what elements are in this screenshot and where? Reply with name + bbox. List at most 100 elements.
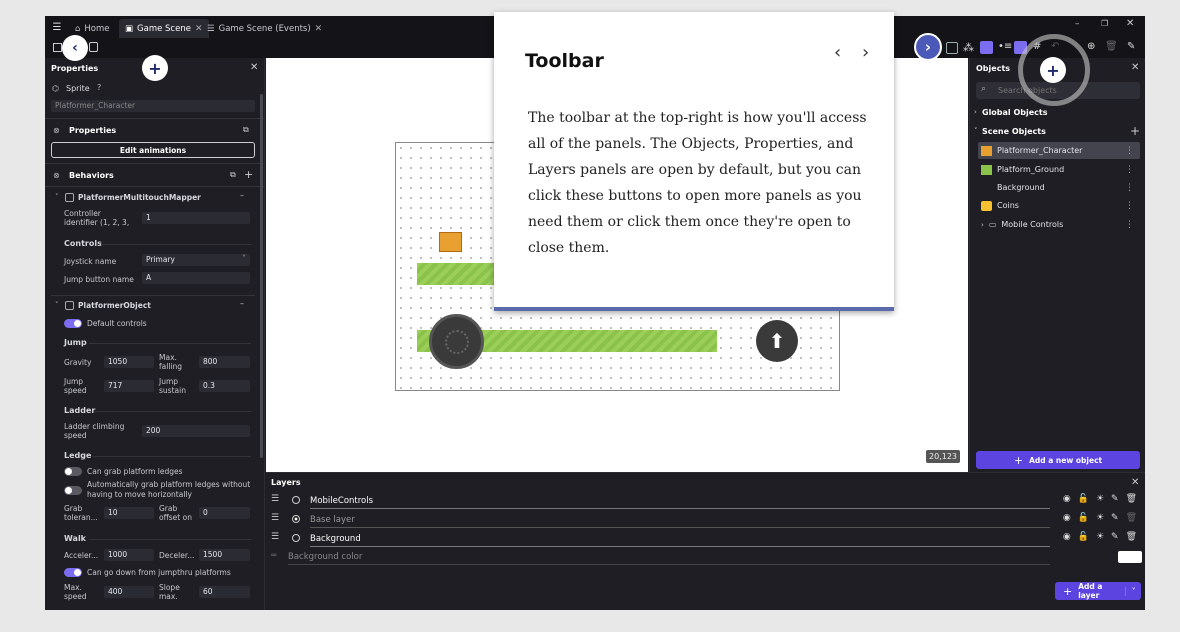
effects-icon[interactable]: ☀ bbox=[1096, 513, 1104, 523]
radio-button[interactable] bbox=[292, 496, 300, 504]
collapse-icon[interactable]: – bbox=[240, 299, 244, 308]
trash-icon[interactable]: 🗑 bbox=[1126, 494, 1137, 504]
instances-icon[interactable]: •≡ bbox=[998, 41, 1012, 52]
trash-icon[interactable]: 🗑 bbox=[1126, 532, 1137, 542]
tab-game-scene[interactable]: ▣ Game Scene ✕ bbox=[119, 19, 209, 38]
deceleration-field[interactable]: 1500 bbox=[199, 549, 250, 561]
layer-row[interactable]: ☰ Background ◉ 🔓 ☀ ✎ 🗑 bbox=[266, 529, 1145, 548]
object-groups-icon[interactable]: ⁂ bbox=[963, 41, 974, 54]
zoom-icon[interactable]: ⊕ bbox=[1087, 41, 1095, 52]
chevron-down-icon[interactable]: ˅ bbox=[1125, 586, 1141, 596]
close-window-button[interactable]: ✕ bbox=[1126, 18, 1134, 29]
edit-icon[interactable]: ✎ bbox=[1111, 513, 1119, 523]
joystick-name-select[interactable]: Primary ˅ bbox=[142, 254, 250, 266]
effects-icon[interactable]: ☀ bbox=[1096, 532, 1104, 542]
minimize-button[interactable]: – bbox=[1075, 19, 1080, 29]
radio-button-selected[interactable] bbox=[292, 515, 300, 523]
open-external-icon[interactable]: ⧉ bbox=[230, 170, 236, 180]
gravity-field[interactable]: 1050 bbox=[104, 356, 154, 368]
tour-back-button[interactable]: ‹ bbox=[62, 35, 88, 61]
layer-name[interactable]: Base layer bbox=[310, 515, 355, 525]
restore-button[interactable]: ❐ bbox=[1101, 19, 1108, 28]
tour-plus-marker[interactable]: + bbox=[1040, 57, 1066, 83]
radio-button[interactable] bbox=[292, 534, 300, 542]
joystick-control[interactable] bbox=[429, 314, 484, 369]
more-icon[interactable]: ⋮ bbox=[1125, 201, 1134, 211]
tour-plus-marker[interactable]: + bbox=[142, 55, 168, 81]
close-panel-icon[interactable]: ✕ bbox=[250, 62, 258, 73]
properties-panel-icon[interactable] bbox=[980, 41, 993, 54]
edit-animations-button[interactable]: Edit animations bbox=[51, 142, 255, 158]
jump-button-control[interactable]: ⬆ bbox=[756, 320, 798, 362]
help-icon[interactable]: ? bbox=[97, 83, 101, 92]
drag-handle-icon[interactable]: ☰ bbox=[271, 494, 279, 504]
effects-icon[interactable]: ☀ bbox=[1096, 494, 1104, 504]
tooltip-prev-icon[interactable]: ‹ bbox=[834, 42, 841, 63]
platformer-character[interactable] bbox=[439, 232, 462, 252]
scene-objects-header[interactable]: Scene Objects bbox=[982, 127, 1046, 136]
open-external-icon[interactable]: ⧉ bbox=[243, 125, 249, 135]
lock-icon[interactable]: 🔓 bbox=[1078, 494, 1089, 504]
eye-icon[interactable]: ◉ bbox=[1063, 494, 1071, 504]
close-tab-icon[interactable]: ✕ bbox=[315, 24, 323, 34]
jump-sustain-field[interactable]: 0.3 bbox=[199, 380, 250, 392]
slope-max-field[interactable]: 60 bbox=[199, 586, 250, 598]
grab-offset-field[interactable]: 0 bbox=[199, 507, 250, 519]
tour-next-button[interactable]: › bbox=[914, 33, 942, 61]
panel-toggle-icon[interactable] bbox=[53, 43, 62, 52]
object-item[interactable]: Background ⋮ bbox=[978, 179, 1140, 196]
object-icon[interactable] bbox=[89, 42, 98, 52]
eye-icon[interactable]: ◉ bbox=[1063, 513, 1071, 523]
object-item[interactable]: Platformer_Character ⋮ bbox=[978, 142, 1140, 159]
collapse-icon[interactable]: – bbox=[240, 191, 244, 200]
layer-row[interactable]: ☰ MobileControls ◉ 🔓 ☀ ✎ 🗑 bbox=[266, 491, 1145, 510]
chevron-down-icon[interactable]: ˅ bbox=[55, 193, 59, 201]
close-panel-icon[interactable]: ✕ bbox=[1131, 62, 1139, 73]
object-item[interactable]: Coins ⋮ bbox=[978, 197, 1140, 214]
scrollbar[interactable] bbox=[260, 94, 263, 458]
edit-icon[interactable]: ✎ bbox=[1111, 494, 1119, 504]
eye-icon[interactable]: ◉ bbox=[1063, 532, 1071, 542]
acceleration-field[interactable]: 1000 bbox=[104, 549, 154, 561]
lock-icon[interactable]: 🔓 bbox=[1078, 513, 1089, 523]
add-new-object-button[interactable]: + Add a new object bbox=[976, 451, 1140, 469]
object-name-field[interactable]: Platformer_Character bbox=[51, 100, 255, 112]
more-icon[interactable]: ⋮ bbox=[1125, 220, 1134, 230]
more-icon[interactable]: ⋮ bbox=[1125, 146, 1134, 156]
add-layer-button[interactable]: + Add a layer ˅ bbox=[1055, 582, 1141, 600]
jump-speed-field[interactable]: 717 bbox=[104, 380, 154, 392]
more-icon[interactable]: ⋮ bbox=[1125, 183, 1134, 193]
add-object-icon[interactable]: + bbox=[1130, 124, 1140, 138]
trash-icon[interactable]: 🗑 bbox=[1126, 513, 1137, 523]
global-objects-header[interactable]: Global Objects bbox=[982, 108, 1047, 117]
layer-row[interactable]: ☰ Base layer ◉ 🔓 ☀ ✎ 🗑 bbox=[266, 510, 1145, 529]
drag-handle-icon[interactable]: ☰ bbox=[271, 513, 279, 523]
controller-identifier-field[interactable]: 1 bbox=[142, 212, 250, 224]
lock-icon[interactable]: 🔓 bbox=[1078, 532, 1089, 542]
tooltip-next-icon[interactable]: › bbox=[862, 42, 869, 63]
chevron-right-icon[interactable]: › bbox=[974, 108, 977, 116]
drag-handle-icon[interactable]: ☰ bbox=[271, 532, 279, 542]
jumpthru-toggle[interactable] bbox=[64, 568, 82, 577]
more-icon[interactable]: ⋮ bbox=[1125, 165, 1134, 175]
max-falling-field[interactable]: 800 bbox=[199, 356, 250, 368]
background-color-swatch[interactable] bbox=[1118, 551, 1142, 563]
chevron-down-icon[interactable]: ˅ bbox=[974, 127, 978, 135]
max-speed-field[interactable]: 400 bbox=[104, 586, 154, 598]
auto-grab-toggle[interactable] bbox=[64, 486, 82, 495]
object-item[interactable]: Platform_Ground ⋮ bbox=[978, 161, 1140, 178]
ladder-speed-field[interactable]: 200 bbox=[142, 425, 250, 437]
chevron-down-icon[interactable]: ˅ bbox=[55, 301, 59, 309]
tab-game-scene-events[interactable]: ☰ Game Scene (Events) ✕ bbox=[201, 19, 328, 38]
edit-icon[interactable]: ✎ bbox=[1111, 532, 1119, 542]
close-panel-icon[interactable]: ✕ bbox=[1131, 477, 1139, 488]
layer-name[interactable]: MobileControls bbox=[310, 496, 373, 506]
default-controls-toggle[interactable] bbox=[64, 319, 82, 328]
objects-panel-icon[interactable] bbox=[946, 42, 958, 54]
grab-tolerance-field[interactable]: 10 bbox=[104, 507, 154, 519]
edit-scene-icon[interactable]: ✎ bbox=[1127, 41, 1135, 52]
delete-icon[interactable]: 🗑 bbox=[1105, 41, 1118, 52]
jump-button-field[interactable]: A bbox=[142, 272, 250, 284]
add-behavior-icon[interactable]: + bbox=[244, 168, 253, 181]
layer-name[interactable]: Background bbox=[310, 534, 361, 544]
